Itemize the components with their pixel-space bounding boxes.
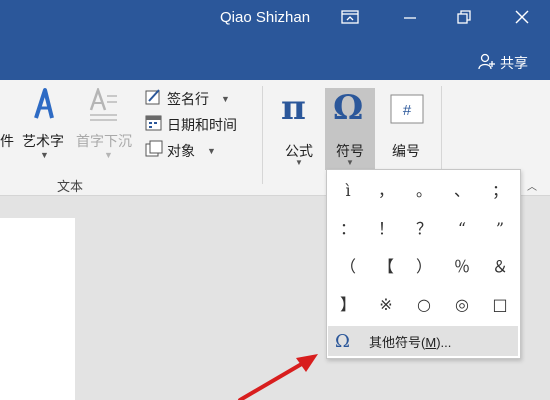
user-name[interactable]: Qiao Shizhan [220,9,310,26]
ribbon-display-options-icon[interactable] [340,8,364,28]
symbol-cell[interactable]: ） [405,248,443,286]
more-symbols-button[interactable]: Ω 其他符号(M)... [328,326,518,356]
group-text-label: 文本 [57,179,84,194]
document-page[interactable] [0,218,75,400]
datetime-label: 日期和时间 [167,116,237,133]
title-bar: Qiao Shizhan 共享 [0,0,550,80]
chevron-down-icon: ▼ [221,93,230,104]
calendar-icon [145,114,163,135]
collapse-ribbon-icon[interactable]: ︿ [527,178,537,193]
wordart-button[interactable]: 艺术字 ▼ [22,86,68,166]
object-label: 对象 [167,142,195,159]
share-label: 共享 [500,54,528,71]
restore-window-icon[interactable] [454,8,478,28]
share-button[interactable]: 共享 [478,52,528,73]
number-icon: # [390,94,424,129]
symbol-cell[interactable]: ※ [367,286,405,324]
close-icon[interactable] [512,8,536,28]
more-symbols-label: 其他符号(M)... [369,334,452,350]
chevron-down-icon: ▼ [346,158,354,167]
symbol-cell[interactable]: ì [329,172,367,210]
chevron-down-icon: ▼ [295,158,303,167]
symbol-cell[interactable]: ： [329,210,367,248]
group-separator [262,86,263,184]
omega-icon: Ω [333,88,364,128]
symbol-cell[interactable]: ○ [405,286,443,324]
symbol-cell[interactable]: 】 [329,286,367,324]
symbol-cell[interactable]: ” [481,210,519,248]
symbol-cell[interactable]: 【 [367,248,405,286]
signature-line-icon [145,88,163,109]
signature-line-label: 签名行 [167,90,209,107]
symbol-button[interactable]: Ω 符号 ▼ [325,88,375,170]
symbol-cell[interactable]: ； [481,172,519,210]
symbol-cell[interactable]: “ [443,210,481,248]
person-add-icon [478,52,496,73]
number-label: 编号 [392,143,420,159]
dropcap-label: 首字下沉 [76,133,132,149]
symbol-cell[interactable]: ？ [405,210,443,248]
symbol-cell[interactable]: ＆ [481,248,519,286]
wordart-label: 艺术字 [22,133,64,149]
symbol-cell[interactable]: ！ [367,210,405,248]
omega-icon: Ω [335,330,350,352]
wordart-icon [30,86,60,127]
chevron-down-icon: ▼ [104,150,113,160]
symbol-cell[interactable]: ％ [443,248,481,286]
datetime-button[interactable]: 日期和时间 [145,114,237,135]
signature-line-button[interactable]: 签名行 ▼ [145,88,230,109]
chevron-down-icon: ▼ [207,145,216,156]
symbol-dropdown: ì ， 。 、 ； ： ！ ？ “ ” （ 【 ） ％ ＆ 】 ※ ○ ◎ □ … [326,169,521,359]
partial-button-label[interactable]: 件 [0,131,14,151]
object-button[interactable]: 对象 ▼ [145,140,216,161]
symbol-cell[interactable]: ◎ [443,286,481,324]
pi-icon: π [281,88,306,128]
symbol-cell[interactable]: 。 [405,172,443,210]
symbol-cell[interactable]: □ [481,286,519,324]
minimize-icon[interactable] [400,8,424,28]
dropcap-button[interactable]: 首字下沉 ▼ [76,86,138,166]
dropcap-icon [88,86,118,127]
object-icon [145,140,163,161]
symbol-cell[interactable]: ， [367,172,405,210]
symbol-cell[interactable]: 、 [443,172,481,210]
svg-text:#: # [403,102,412,119]
number-button[interactable]: # 编号 [381,88,431,170]
symbol-cell[interactable]: （ [329,248,367,286]
chevron-down-icon: ▼ [40,150,49,160]
formula-button[interactable]: π 公式 ▼ [274,88,324,170]
